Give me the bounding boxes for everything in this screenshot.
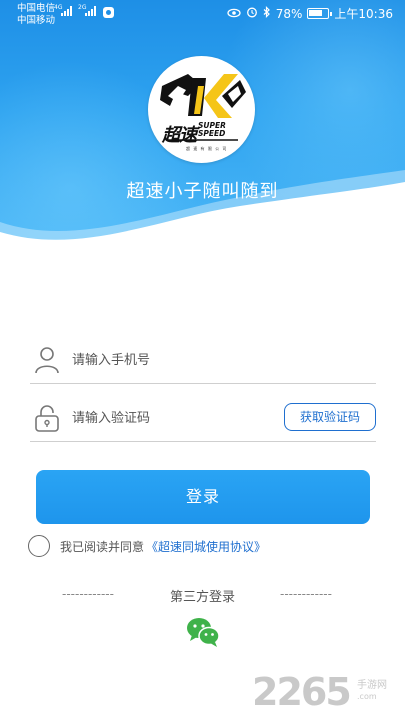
third-party-login: ------------ 第三方登录 ------------ [0, 586, 405, 606]
status-bar: 中国电信 中国移动 4G 2G 78% 上午10:36 [0, 0, 405, 30]
phone-input[interactable] [72, 348, 272, 372]
watermark-cn: 手游网 [357, 680, 387, 691]
agreement-checkbox[interactable] [28, 535, 50, 557]
logo-text-en: SUPER SPEED [198, 122, 226, 138]
app-logo: 超速 SUPER SPEED 超 速 有 限 公 司 [148, 56, 255, 163]
wechat-icon[interactable] [186, 616, 220, 648]
logo-text-cn: 超速 [162, 125, 197, 146]
battery-fill [309, 10, 323, 16]
phone-field [30, 338, 376, 384]
agreement-row: 我已阅读并同意 《超速同城使用协议》 [28, 535, 266, 557]
agreement-text: 我已阅读并同意 [60, 539, 145, 554]
watermark-url: .com [357, 692, 377, 701]
battery-percent: 78% [275, 6, 303, 21]
carrier-labels: 中国电信 中国移动 [17, 3, 55, 27]
status-time: 上午10:36 [334, 7, 393, 21]
status-right: 78% 上午10:36 [227, 5, 393, 22]
agreement-link[interactable]: 《超速同城使用协议》 [146, 538, 266, 555]
logo-text-en-2: SPEED [198, 129, 226, 138]
get-code-button[interactable]: 获取验证码 [284, 403, 376, 431]
shield-icon [103, 7, 114, 18]
eye-icon [227, 7, 241, 21]
watermark-number: 2265 [252, 670, 352, 714]
alarm-icon [246, 6, 258, 21]
verification-code-input[interactable] [72, 406, 272, 430]
battery-icon [307, 8, 333, 19]
signal-icon [61, 6, 72, 16]
header-wave [0, 170, 405, 250]
carrier-1: 中国电信 [17, 3, 56, 14]
carrier-2: 中国移动 [17, 15, 56, 26]
logo-subtitle: 超 速 有 限 公 司 [186, 146, 228, 151]
user-icon [35, 347, 59, 374]
bluetooth-icon [263, 6, 271, 21]
login-button[interactable]: 登录 [36, 470, 370, 524]
site-watermark: 2265 手游网 .com [252, 670, 402, 718]
login-header: 中国电信 中国移动 4G 2G 78% 上午10:36 超速 SUPER SPE… [0, 0, 405, 250]
code-field: 获取验证码 [30, 396, 376, 442]
third-party-label: 第三方登录 [169, 590, 235, 605]
signal-icon [85, 6, 96, 16]
divider-right: ------------ [280, 587, 332, 601]
lock-icon [35, 405, 59, 432]
